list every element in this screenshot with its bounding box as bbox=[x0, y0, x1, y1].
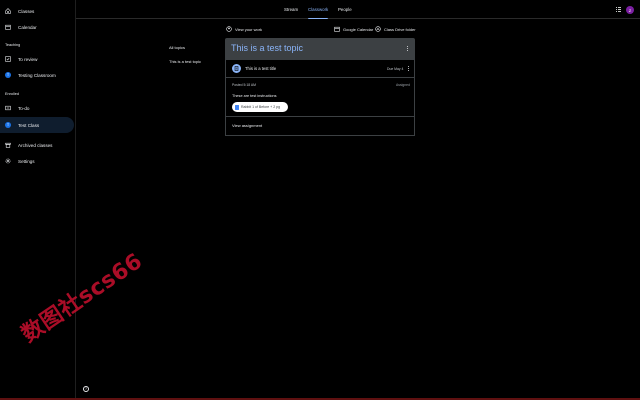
top-bar: Stream Classwork People bbox=[76, 0, 640, 19]
class-avatar-wrap: T bbox=[5, 72, 11, 78]
class-avatar: T bbox=[5, 72, 11, 78]
topic-filter-item[interactable]: This is a test topic bbox=[169, 59, 201, 64]
todo-icon bbox=[5, 105, 11, 111]
class-avatar-wrap: T bbox=[5, 122, 11, 128]
tab-people[interactable]: People bbox=[338, 0, 352, 19]
google-calendar-label: Google Calendar bbox=[343, 26, 374, 32]
account-icon bbox=[226, 26, 232, 32]
attachment-chip[interactable]: Rabbit 1 of Before + 2 pg bbox=[232, 102, 288, 112]
assignment-title: This is a test title bbox=[245, 66, 277, 71]
sidebar-item-label: Archived classes bbox=[18, 142, 53, 148]
archive-icon bbox=[5, 142, 11, 148]
section-label-teaching: Teaching bbox=[5, 43, 21, 47]
sidebar-item-label: Settings bbox=[18, 158, 35, 164]
calendar-icon bbox=[5, 24, 11, 30]
sidebar-item-label: Test Class bbox=[18, 122, 40, 128]
assignment-more-icon[interactable] bbox=[408, 66, 410, 71]
assignment-posted-time: Posted 5:18 AM bbox=[232, 83, 256, 87]
assignment-icon bbox=[232, 64, 241, 73]
assignment-row[interactable]: This is a test title Due May 4 bbox=[226, 60, 414, 78]
view-assignment-link[interactable]: View assignment bbox=[232, 123, 262, 128]
tab-stream[interactable]: Stream bbox=[284, 0, 298, 19]
sidebar-item-test-class[interactable]: T Test Class bbox=[0, 117, 74, 133]
gear-icon bbox=[5, 158, 11, 164]
sidebar-item-label: To-do bbox=[18, 105, 30, 111]
review-icon bbox=[5, 56, 11, 62]
topic-filter-all[interactable]: All topics bbox=[169, 45, 185, 50]
sidebar-item-archived-classes[interactable]: Archived classes bbox=[0, 137, 74, 153]
google-calendar-button[interactable]: Google Calendar bbox=[334, 25, 373, 33]
sidebar-item-testing-classroom[interactable]: T Testing Classroom bbox=[0, 67, 74, 83]
class-drive-folder-button[interactable]: Class Drive folder bbox=[375, 25, 416, 33]
assignment-status: Assigned bbox=[396, 83, 410, 87]
section-label-enrolled: Enrolled bbox=[5, 92, 19, 96]
home-icon bbox=[5, 8, 11, 14]
sidebar-item-label: Testing Classroom bbox=[18, 72, 56, 78]
sidebar-item-classes[interactable]: Classes bbox=[0, 3, 74, 19]
sidebar-item-label: Classes bbox=[18, 8, 35, 14]
assignment-instructions: These are test instructions bbox=[232, 94, 277, 98]
file-icon bbox=[235, 104, 239, 110]
apps-grid-icon[interactable] bbox=[616, 7, 621, 12]
sidebar-item-label: To review bbox=[18, 56, 38, 62]
calendar-icon bbox=[334, 26, 340, 32]
assignment-due-date: Due May 4 bbox=[387, 66, 404, 71]
sidebar-item-settings[interactable]: Settings bbox=[0, 153, 74, 169]
topic-more-icon[interactable] bbox=[407, 46, 409, 51]
divider bbox=[226, 116, 414, 117]
help-icon[interactable]: ? bbox=[83, 386, 89, 392]
view-your-work-label: View your work bbox=[235, 26, 263, 32]
sidebar-item-calendar[interactable]: Calendar bbox=[0, 19, 74, 35]
tab-classwork[interactable]: Classwork bbox=[308, 0, 329, 19]
sidebar-item-label: Calendar bbox=[18, 24, 37, 30]
sidebar-item-to-do[interactable]: To-do bbox=[0, 100, 74, 116]
user-avatar[interactable]: Z bbox=[626, 6, 634, 14]
sidebar-item-to-review[interactable]: To review bbox=[0, 51, 74, 67]
view-your-work-button[interactable]: View your work bbox=[226, 25, 262, 33]
drive-folder-icon bbox=[375, 26, 381, 32]
topic-title: This is a test topic bbox=[231, 43, 304, 53]
class-avatar: T bbox=[5, 122, 11, 128]
assignment-card: This is a test title Due May 4 Posted 5:… bbox=[225, 60, 415, 136]
class-drive-folder-label: Class Drive folder bbox=[384, 26, 416, 32]
topic-header: This is a test topic bbox=[225, 38, 415, 60]
attachment-label: Rabbit 1 of Before + 2 pg bbox=[241, 105, 281, 109]
